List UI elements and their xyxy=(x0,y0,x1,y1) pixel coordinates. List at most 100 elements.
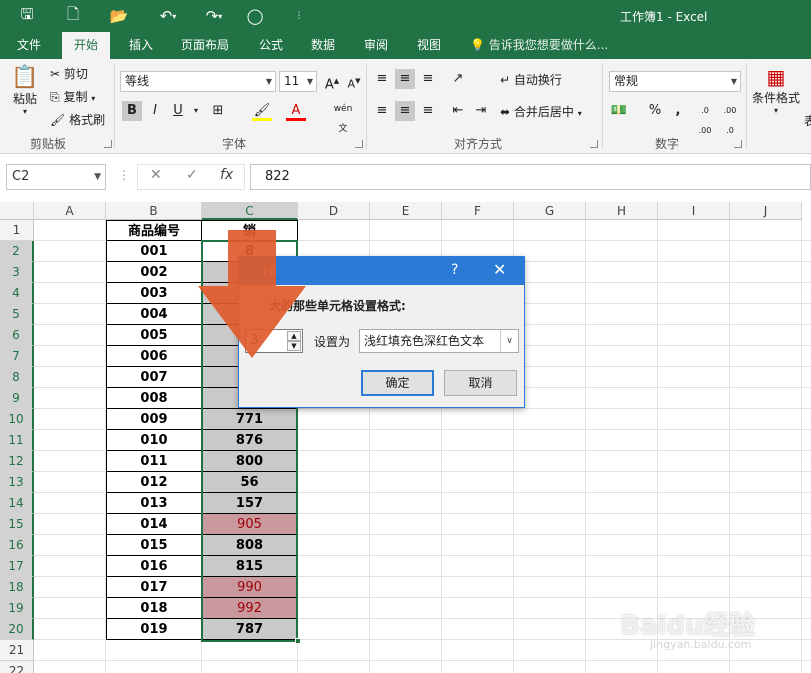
decrease-decimal-icon[interactable]: .00.0 xyxy=(720,101,740,135)
column-header-j[interactable]: J xyxy=(730,202,802,220)
sales-cell[interactable]: 800 xyxy=(202,451,298,472)
font-size-select[interactable]: 11 ▼ xyxy=(279,71,317,92)
open-icon[interactable]: 📂 xyxy=(104,0,134,32)
column-header-c[interactable]: C xyxy=(202,202,298,220)
code-cell[interactable]: 012 xyxy=(106,472,202,493)
cancel-icon[interactable]: ✕ xyxy=(150,167,162,183)
save-icon[interactable]: 🖫 xyxy=(12,0,42,32)
align-right-icon[interactable]: ≡ xyxy=(418,101,438,121)
code-cell[interactable]: 003 xyxy=(106,283,202,304)
sales-cell[interactable]: 157 xyxy=(202,493,298,514)
comma-icon[interactable]: , xyxy=(668,101,688,121)
font-name-select[interactable]: 等线 ▼ xyxy=(120,71,276,92)
column-header-h[interactable]: H xyxy=(586,202,658,220)
new-icon[interactable]: 🗋 xyxy=(58,0,88,32)
code-cell[interactable]: 019 xyxy=(106,619,202,640)
row-header-20[interactable]: 20 xyxy=(0,619,34,640)
underline-dropdown-icon[interactable]: ▾ xyxy=(186,101,206,121)
row-header-19[interactable]: 19 xyxy=(0,598,34,619)
conditional-format-button[interactable]: ▦ 条件格式 ▾ xyxy=(752,65,800,115)
percent-icon[interactable]: % xyxy=(645,101,665,121)
row-header-6[interactable]: 6 xyxy=(0,325,34,346)
cut-button[interactable]: ✂ 剪切 xyxy=(50,65,88,82)
code-cell[interactable]: 015 xyxy=(106,535,202,556)
row-header-21[interactable]: 21 xyxy=(0,640,34,661)
align-center-icon[interactable]: ≡ xyxy=(395,101,415,121)
enter-icon[interactable]: ✓ xyxy=(186,167,198,183)
sales-cell[interactable]: 808 xyxy=(202,535,298,556)
code-cell[interactable]: 011 xyxy=(106,451,202,472)
font-color-icon[interactable]: A xyxy=(286,101,306,121)
column-header-b[interactable]: B xyxy=(106,202,202,220)
select-all-corner[interactable] xyxy=(0,202,34,220)
code-cell[interactable]: 014 xyxy=(106,514,202,535)
bold-button[interactable]: B xyxy=(122,101,142,121)
tab-page-layout[interactable]: 页面布局 xyxy=(169,32,241,59)
font-launcher-icon[interactable] xyxy=(355,140,363,148)
phonetic-icon[interactable]: wén 文 xyxy=(330,99,356,134)
row-header-17[interactable]: 17 xyxy=(0,556,34,577)
row-header-11[interactable]: 11 xyxy=(0,430,34,451)
row-header-12[interactable]: 12 xyxy=(0,451,34,472)
sales-cell[interactable]: 992 xyxy=(202,598,298,619)
alignment-launcher-icon[interactable] xyxy=(590,140,598,148)
sales-cell[interactable]: 56 xyxy=(202,472,298,493)
column-header-e[interactable]: E xyxy=(370,202,442,220)
paste-button[interactable]: 📋 粘贴 ▾ xyxy=(10,65,40,116)
tab-view[interactable]: 视图 xyxy=(405,32,453,59)
border-icon[interactable]: ⊞ xyxy=(208,101,228,121)
column-header-f[interactable]: F xyxy=(442,202,514,220)
clipboard-launcher-icon[interactable] xyxy=(104,140,112,148)
format-painter-button[interactable]: 🖌 格式刷 xyxy=(50,111,105,128)
number-format-select[interactable]: 常规 ▼ xyxy=(609,71,741,92)
row-header-7[interactable]: 7 xyxy=(0,346,34,367)
increase-font-icon[interactable]: A▲ xyxy=(322,71,342,92)
sales-cell[interactable]: 815 xyxy=(202,556,298,577)
column-header-g[interactable]: G xyxy=(514,202,586,220)
underline-button[interactable]: U xyxy=(168,101,188,121)
customize-icon[interactable]: ⫶ xyxy=(284,0,314,32)
align-left-icon[interactable]: ≡ xyxy=(372,101,392,121)
row-header-8[interactable]: 8 xyxy=(0,367,34,388)
code-cell[interactable]: 018 xyxy=(106,598,202,619)
tab-data[interactable]: 数据 xyxy=(299,32,347,59)
column-header-a[interactable]: A xyxy=(34,202,106,220)
row-header-2[interactable]: 2 xyxy=(0,241,34,262)
column-header-d[interactable]: D xyxy=(298,202,370,220)
tab-insert[interactable]: 插入 xyxy=(117,32,165,59)
ok-button[interactable]: 确定 xyxy=(361,370,434,396)
fill-handle[interactable] xyxy=(295,638,301,644)
align-bottom-icon[interactable]: ≡ xyxy=(418,69,438,89)
drag-handle-icon[interactable]: ⋮ xyxy=(118,168,130,182)
row-header-22[interactable]: 22 xyxy=(0,661,34,673)
currency-icon[interactable]: 💵 xyxy=(609,101,629,121)
sales-cell[interactable]: 905 xyxy=(202,514,298,535)
code-cell[interactable]: 009 xyxy=(106,409,202,430)
code-cell[interactable]: 016 xyxy=(106,556,202,577)
increase-indent-icon[interactable]: ⇥ xyxy=(471,101,491,121)
formula-input[interactable]: 822 xyxy=(250,164,811,190)
code-cell[interactable]: 010 xyxy=(106,430,202,451)
decrease-font-icon[interactable]: A▼ xyxy=(344,71,364,91)
number-launcher-icon[interactable] xyxy=(734,140,742,148)
tab-file[interactable]: 文件 xyxy=(5,32,53,59)
copy-button[interactable]: ⎘ 复制 ▾ xyxy=(50,88,95,105)
row-header-9[interactable]: 9 xyxy=(0,388,34,409)
align-middle-icon[interactable]: ≡ xyxy=(395,69,415,89)
row-header-14[interactable]: 14 xyxy=(0,493,34,514)
row-header-5[interactable]: 5 xyxy=(0,304,34,325)
italic-button[interactable]: I xyxy=(145,101,165,121)
column-header-i[interactable]: I xyxy=(658,202,730,220)
code-cell[interactable]: 008 xyxy=(106,388,202,409)
code-cell[interactable]: 017 xyxy=(106,577,202,598)
redo-icon[interactable]: ↷ ▾ xyxy=(196,0,232,32)
align-top-icon[interactable]: ≡ xyxy=(372,69,392,89)
code-cell[interactable]: 006 xyxy=(106,346,202,367)
increase-decimal-icon[interactable]: .0.00 xyxy=(695,101,715,135)
row-header-1[interactable]: 1 xyxy=(0,220,34,241)
code-cell[interactable]: 004 xyxy=(106,304,202,325)
close-icon[interactable]: ✕ xyxy=(493,260,506,279)
help-icon[interactable]: ? xyxy=(451,262,458,278)
row-header-10[interactable]: 10 xyxy=(0,409,34,430)
tab-home[interactable]: 开始 xyxy=(62,32,111,59)
